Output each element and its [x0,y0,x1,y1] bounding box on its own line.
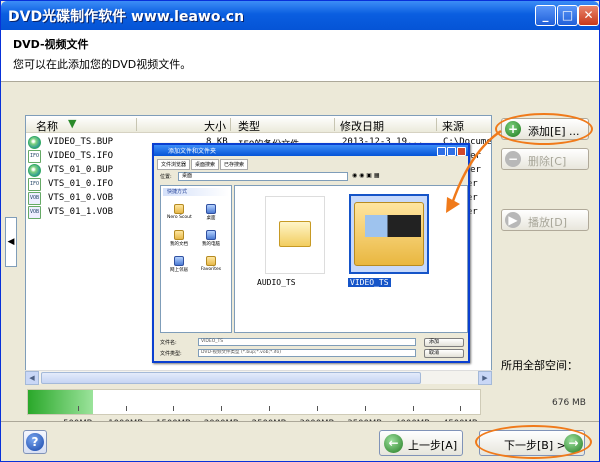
add-button-label: 添加[E] ... [528,125,580,138]
dialog-tab: 文件浏览器 [157,159,191,170]
quick-item: Nero Scout [167,215,192,220]
folder-label-selected: VIDEO_TS [348,278,391,287]
quick-item: 我的电脑 [202,242,220,247]
dialog-toolbar: ◉ ◉ ▣ ▦ [352,172,380,179]
minimize-button[interactable]: _ [535,5,556,26]
filename-label: 文件名: [160,340,177,346]
cell-name: VTS_01_0.BUP [48,165,114,175]
next-button-label: 下一步[B] > [504,439,566,452]
ifo-file-icon: IFO [28,150,41,163]
filename-value: VIDEO_TS [198,338,416,346]
dialog-cancel-button: 取消 [424,349,464,358]
dialog-sidebar: 快捷方式 Nero Scout 桌面 我的文档 我的电脑 网上邻居 Favori… [160,185,232,333]
maximize-button[interactable]: □ [557,5,578,26]
dialog-tab: 已存搜索 [220,159,249,170]
close-button[interactable]: ✕ [578,5,599,26]
dialog-tab: 桌面搜索 [191,159,220,170]
quick-item: 网上邻居 [170,268,188,273]
quick-item: 我的文档 [170,242,188,247]
folder-icon [349,194,429,274]
delete-button-label: 删除[C] [528,155,567,168]
cell-name: VIDEO_TS.BUP [48,137,114,147]
horizontal-scrollbar[interactable]: ◀ ▶ [25,370,492,385]
folder-icon [265,196,325,274]
column-date[interactable]: 修改日期 [340,118,384,134]
dialog-file-pane: AUDIO_TS VIDEO_TS [234,185,468,333]
bup-file-icon [28,136,41,149]
vob-file-icon: VOB [28,192,41,205]
folder-label: AUDIO_TS [257,278,296,287]
title-bar[interactable]: DVD光碟制作软件 www.leawo.cn _ □ ✕ [1,1,599,30]
sort-down-icon: ▼ [68,117,77,130]
list-header: 名称 ▼ 大小 类型 修改日期 来源 [26,116,491,134]
minus-icon: − [505,151,521,167]
cell-name: VTS_01_0.VOB [48,193,114,203]
help-icon: ? [26,433,44,451]
cell-name: VIDEO_TS.IFO [48,151,114,161]
plus-icon: + [505,121,521,137]
ifo-file-icon: IFO [28,178,41,191]
filetype-label: 文件类型: [160,351,182,357]
sidebar-header: 快捷方式 [163,188,229,196]
bup-file-icon [28,164,41,177]
quick-item: Favorites [200,267,222,272]
scroll-thumb[interactable] [41,372,421,384]
scroll-right-icon[interactable]: ▶ [478,371,492,385]
add-files-dialog-image: 添加文件和文件夹 文件浏览器 桌面搜索 已存搜索 位置: 桌面 ◉ ◉ ▣ ▦ 快捷… [152,143,470,363]
vob-file-icon: VOB [28,206,41,219]
space-used-label: 所用全部空间： [501,359,578,372]
next-button[interactable]: 下一步[B] > → [479,430,585,456]
back-button-label: 上一步[A] [408,439,458,452]
cell-name: VTS_01_0.IFO [48,179,114,189]
location-value: 桌面 [178,172,348,181]
dialog-add-button: 添加 [424,338,464,347]
next-arrow-icon: → [564,434,583,453]
column-size[interactable]: 大小 [204,118,226,134]
quick-item: 桌面 [206,216,216,221]
window-title: DVD光碟制作软件 www.leawo.cn [8,9,245,25]
column-type[interactable]: 类型 [238,118,260,134]
location-label: 位置: [160,174,172,180]
capacity-fill [28,390,93,414]
collapse-panel-button[interactable]: ◀ [5,217,17,267]
play-icon: ▶ [505,212,521,228]
back-arrow-icon: ← [384,434,403,453]
play-button-label: 播放[D] [528,216,568,229]
space-used-value: 676 MB [552,398,586,408]
app-window: DVD光碟制作软件 www.leawo.cn _ □ ✕ DVD-视频文件 您可… [0,0,600,462]
delete-button[interactable]: − 删除[C] [501,148,589,170]
filetype-value: DVD-视频文件类型 (*.bup;*.vob;*.ifo) [198,349,416,357]
capacity-bar: 500MB1000MB1500MB2000MB2500MB3000MB3500M… [27,389,481,429]
column-name[interactable]: 名称 [36,118,58,134]
play-button[interactable]: ▶ 播放[D] [501,209,589,231]
page-title: DVD-视频文件 [13,38,89,51]
page-subtitle: 您可以在此添加您的DVD视频文件。 [13,58,192,71]
add-button[interactable]: + 添加[E] ... [501,118,589,140]
column-source[interactable]: 来源 [442,118,464,134]
back-button[interactable]: ← 上一步[A] [379,430,463,456]
scroll-left-icon[interactable]: ◀ [25,371,39,385]
wizard-header: DVD-视频文件 您可以在此添加您的DVD视频文件。 [1,30,599,82]
dialog-tabs: 文件浏览器 桌面搜索 已存搜索 [157,159,249,170]
help-button[interactable]: ? [23,430,47,454]
cell-name: VTS_01_1.VOB [48,207,114,217]
dialog-title: 添加文件和文件夹 [168,148,217,155]
